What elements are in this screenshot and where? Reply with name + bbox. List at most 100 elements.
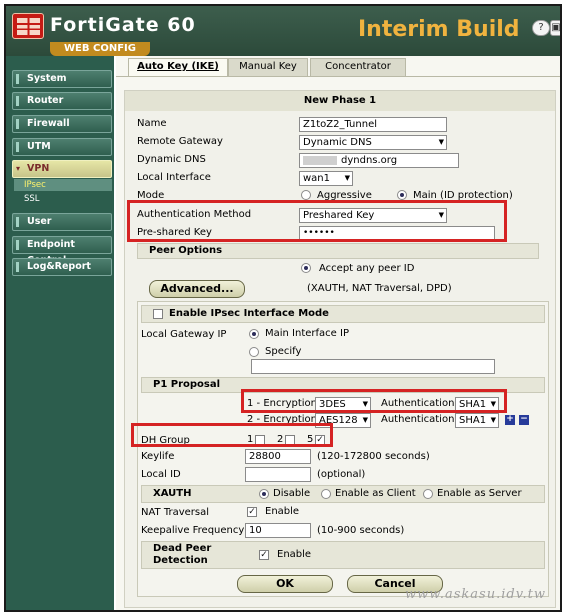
encryption-2-value: AES128 (319, 415, 358, 426)
build-title: Interim Build (358, 17, 520, 42)
dropdown-arrow-icon: ▼ (490, 400, 496, 408)
dpd-checkbox[interactable]: ✓ (259, 550, 269, 560)
encryption-2-select[interactable]: AES128 ▼ (315, 413, 371, 428)
dropdown-arrow-icon: ▼ (362, 416, 368, 424)
blurred-hostname (303, 155, 337, 165)
header-bar: FortiGate 60 WEB CONFIG Interim Build ? … (6, 6, 560, 56)
encryption-1-select[interactable]: 3DES ▼ (315, 397, 371, 412)
dh-group-5-checkbox[interactable]: ✓ (315, 435, 325, 445)
sidebar-item-system[interactable]: System (12, 70, 112, 88)
authentication-2-value: SHA1 (459, 415, 487, 426)
main-interface-ip-label: Main Interface IP (265, 328, 349, 339)
xauth-client-radio[interactable] (321, 489, 331, 499)
sidebar-item-label: Router (27, 95, 64, 106)
keylife-input[interactable]: 28800 (245, 449, 311, 464)
keepalive-label: Keepalive Frequency (141, 525, 245, 536)
sidebar: System Router Firewall UTM ▾ VPN IPsec SS… (6, 56, 114, 610)
peer-options-label: Peer Options (149, 245, 223, 256)
sidebar-item-label: Firewall (27, 118, 70, 129)
accept-any-peer-label: Accept any peer ID (319, 263, 415, 274)
xauth-server-radio[interactable] (423, 489, 433, 499)
xauth-label: XAUTH (153, 488, 192, 499)
enable-ipsec-interface-checkbox[interactable] (153, 309, 163, 319)
specify-radio[interactable] (249, 347, 259, 357)
sidebar-item-label: UTM (27, 141, 51, 152)
remote-gateway-label: Remote Gateway (137, 136, 223, 147)
sidebar-item-user[interactable]: User (12, 213, 112, 231)
dynamic-dns-label: Dynamic DNS (137, 154, 206, 165)
local-gateway-label: Local Gateway IP (141, 329, 227, 340)
dh-group-label: DH Group (141, 435, 190, 446)
local-interface-value: wan1 (303, 173, 331, 184)
mode-label: Mode (137, 190, 165, 201)
dropdown-arrow-icon: ▼ (362, 400, 368, 408)
dpd-label-line1: Dead Peer (153, 543, 212, 554)
auth-method-value: Preshared Key (303, 210, 375, 221)
keepalive-input[interactable]: 10 (245, 523, 311, 538)
dynamic-dns-input[interactable]: dyndns.org (299, 153, 459, 168)
dropdown-arrow-icon: ▼ (438, 211, 444, 219)
panel-title: New Phase 1 (125, 91, 555, 111)
expand-icon (16, 217, 19, 227)
main-content: Auto Key (IKE) Manual Key Concentrator N… (116, 56, 560, 610)
keylife-range: (120-172800 seconds) (317, 451, 430, 462)
expand-icon (16, 262, 19, 272)
authentication-1-label: Authentication (381, 398, 455, 409)
sidebar-item-label: VPN (27, 163, 50, 174)
sidebar-item-log-report[interactable]: Log&Report (12, 258, 112, 276)
tab-auto-key[interactable]: Auto Key (IKE) (128, 58, 228, 76)
remote-gateway-value: Dynamic DNS (303, 137, 372, 148)
main-interface-ip-radio[interactable] (249, 329, 259, 339)
sidebar-subitem-ipsec[interactable]: IPsec (14, 179, 112, 191)
add-proposal-icon[interactable]: + (505, 415, 515, 425)
expand-icon (16, 74, 19, 84)
name-input[interactable]: Z1toZ2_Tunnel (299, 117, 447, 132)
sidebar-item-endpoint-control[interactable]: Endpoint Control (12, 236, 112, 266)
authentication-1-select[interactable]: SHA1 ▼ (455, 397, 499, 412)
dh-group-1-checkbox[interactable] (255, 435, 265, 445)
xauth-disable-radio[interactable] (259, 489, 269, 499)
authentication-1-value: SHA1 (459, 399, 487, 410)
p1-proposal-label: P1 Proposal (153, 379, 221, 390)
sidebar-item-label: System (27, 73, 67, 84)
remove-proposal-icon[interactable]: − (519, 415, 529, 425)
accept-any-peer-radio[interactable] (301, 263, 311, 273)
advanced-button[interactable]: Advanced... (149, 280, 245, 298)
authentication-2-label: Authentication (381, 414, 455, 425)
dh-group-2-checkbox[interactable] (285, 435, 295, 445)
sidebar-item-router[interactable]: Router (12, 92, 112, 110)
remote-gateway-select[interactable]: Dynamic DNS ▼ (299, 135, 447, 150)
mode-aggressive-radio[interactable] (301, 190, 311, 200)
keepalive-range: (10-900 seconds) (317, 525, 405, 536)
mode-main-radio[interactable] (397, 190, 407, 200)
dropdown-arrow-icon: ▼ (490, 416, 496, 424)
nat-traversal-checkbox[interactable]: ✓ (247, 507, 257, 517)
authentication-2-select[interactable]: SHA1 ▼ (455, 413, 499, 428)
sidebar-item-label: User (27, 216, 52, 227)
tab-manual-key[interactable]: Manual Key (228, 58, 308, 76)
local-interface-label: Local Interface (137, 172, 211, 183)
help-icon[interactable]: ? (532, 20, 550, 36)
name-label: Name (137, 118, 167, 129)
sidebar-subitem-ssl[interactable]: SSL (14, 193, 112, 205)
local-interface-select[interactable]: wan1 ▼ (299, 171, 353, 186)
local-id-input[interactable] (245, 467, 311, 482)
sidebar-item-utm[interactable]: UTM (12, 138, 112, 156)
expand-icon (16, 119, 19, 129)
auth-method-select[interactable]: Preshared Key ▼ (299, 208, 447, 223)
menu-icon[interactable]: ▣ (550, 20, 560, 36)
xauth-server-label: Enable as Server (437, 488, 522, 499)
ok-button[interactable]: OK (237, 575, 333, 593)
collapse-icon: ▾ (16, 164, 21, 173)
expand-icon (16, 96, 19, 106)
dpd-enable-label: Enable (277, 549, 312, 560)
auth-method-label: Authentication Method (137, 209, 252, 220)
psk-input[interactable]: •••••• (299, 226, 495, 241)
dynamic-dns-value: dyndns.org (341, 155, 398, 166)
specify-ip-input[interactable] (251, 359, 495, 374)
sidebar-item-firewall[interactable]: Firewall (12, 115, 112, 133)
sidebar-item-vpn[interactable]: ▾ VPN (12, 160, 112, 178)
encryption-2-label: 2 - Encryption (247, 414, 318, 425)
specify-label: Specify (265, 346, 302, 357)
tab-concentrator[interactable]: Concentrator (310, 58, 406, 76)
